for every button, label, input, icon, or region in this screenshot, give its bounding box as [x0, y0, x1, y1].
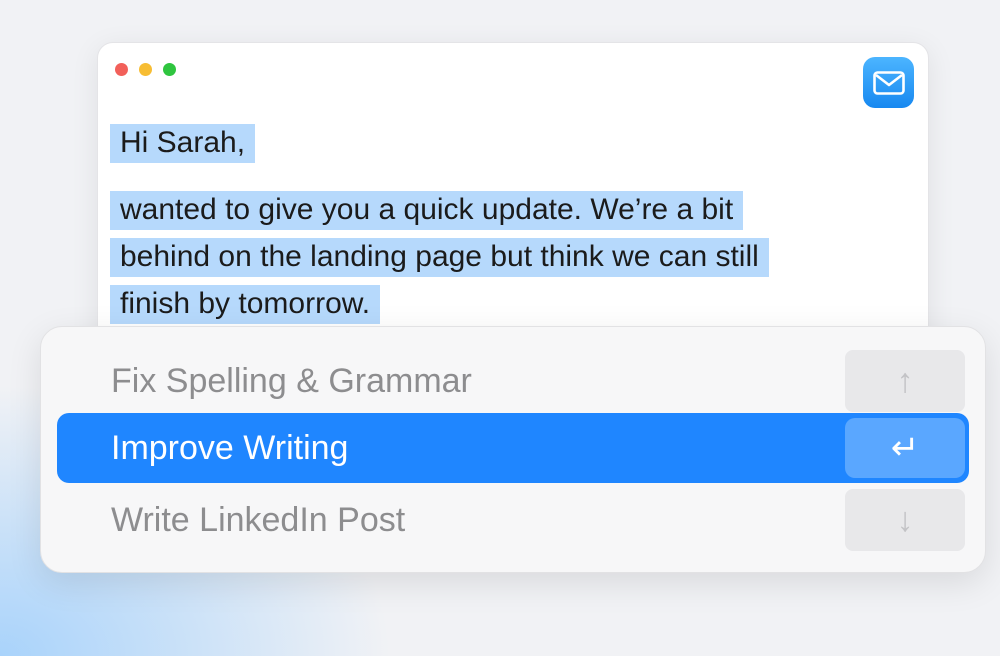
arrow-up-icon: ↑	[845, 350, 965, 412]
menu-item-write-linkedin-post[interactable]: Write LinkedIn Post ↓	[57, 485, 969, 555]
return-icon: ↵	[845, 418, 965, 478]
email-compose-window: Hi Sarah, wanted to give you a quick upd…	[97, 42, 929, 374]
menu-item-fix-spelling-grammar[interactable]: Fix Spelling & Grammar ↑	[57, 346, 969, 416]
email-body-selected-text[interactable]: Hi Sarah, wanted to give you a quick upd…	[120, 119, 880, 334]
minimize-window-button[interactable]	[139, 63, 152, 76]
arrow-down-icon: ↓	[845, 489, 965, 551]
close-window-button[interactable]	[115, 63, 128, 76]
menu-item-improve-writing[interactable]: Improve Writing ↵	[57, 413, 969, 483]
mail-icon	[863, 57, 914, 108]
menu-item-label: Fix Spelling & Grammar	[111, 361, 472, 400]
ai-actions-menu: Fix Spelling & Grammar ↑ Improve Writing…	[40, 326, 986, 573]
email-body-line: behind on the landing page but think we …	[120, 238, 759, 277]
maximize-window-button[interactable]	[163, 63, 176, 76]
menu-item-label: Write LinkedIn Post	[111, 500, 406, 539]
email-greeting: Hi Sarah,	[120, 124, 246, 163]
window-controls	[115, 63, 176, 76]
email-body-line: finish by tomorrow.	[120, 285, 371, 324]
menu-item-label: Improve Writing	[111, 428, 349, 467]
email-body-line: wanted to give you a quick update. We’re…	[120, 191, 734, 230]
